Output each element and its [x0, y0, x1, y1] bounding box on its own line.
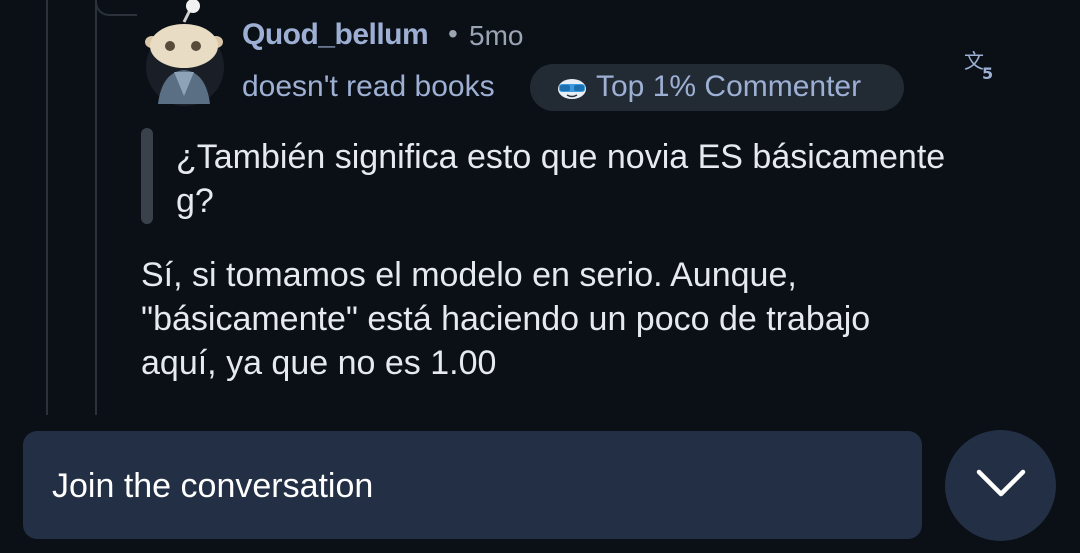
chevron-down-icon — [976, 469, 1026, 497]
thread-connector — [95, 0, 137, 16]
meta-separator: • — [448, 18, 458, 49]
join-conversation-input[interactable]: Join the conversation — [23, 431, 922, 539]
composer-placeholder: Join the conversation — [52, 467, 374, 505]
translate-icon[interactable]: 文 5 — [962, 48, 998, 84]
thread-line — [95, 0, 97, 415]
thread-line — [46, 0, 48, 415]
quote-bar — [141, 128, 153, 224]
comment-body-line: aquí, ya que no es 1.00 — [141, 344, 497, 382]
top-commenter-badge[interactable]: Top 1% Commenter — [530, 64, 904, 111]
comment-body-line: Sí, si tomamos el modelo en serio. Aunqu… — [141, 256, 797, 294]
user-flair: doesn't read books — [242, 70, 495, 103]
svg-text:文: 文 — [964, 49, 984, 73]
svg-text:5: 5 — [982, 64, 993, 83]
comment-timestamp: 5mo — [469, 20, 524, 51]
quoted-text: ¿También significa esto que novia ES bás… — [176, 138, 946, 220]
comment-body: Sí, si tomamos el modelo en serio. Aunqu… — [141, 253, 1041, 385]
snoo-avatar-icon — [145, 0, 223, 104]
sunglasses-emoji-icon — [558, 79, 586, 99]
comment-body-line: "básicamente" está haciendo un poco de t… — [141, 300, 871, 338]
username[interactable]: Quod_bellum — [242, 18, 429, 52]
collapse-button[interactable] — [945, 430, 1056, 541]
badge-label: Top 1% Commenter — [596, 70, 862, 103]
avatar[interactable] — [145, 0, 224, 106]
